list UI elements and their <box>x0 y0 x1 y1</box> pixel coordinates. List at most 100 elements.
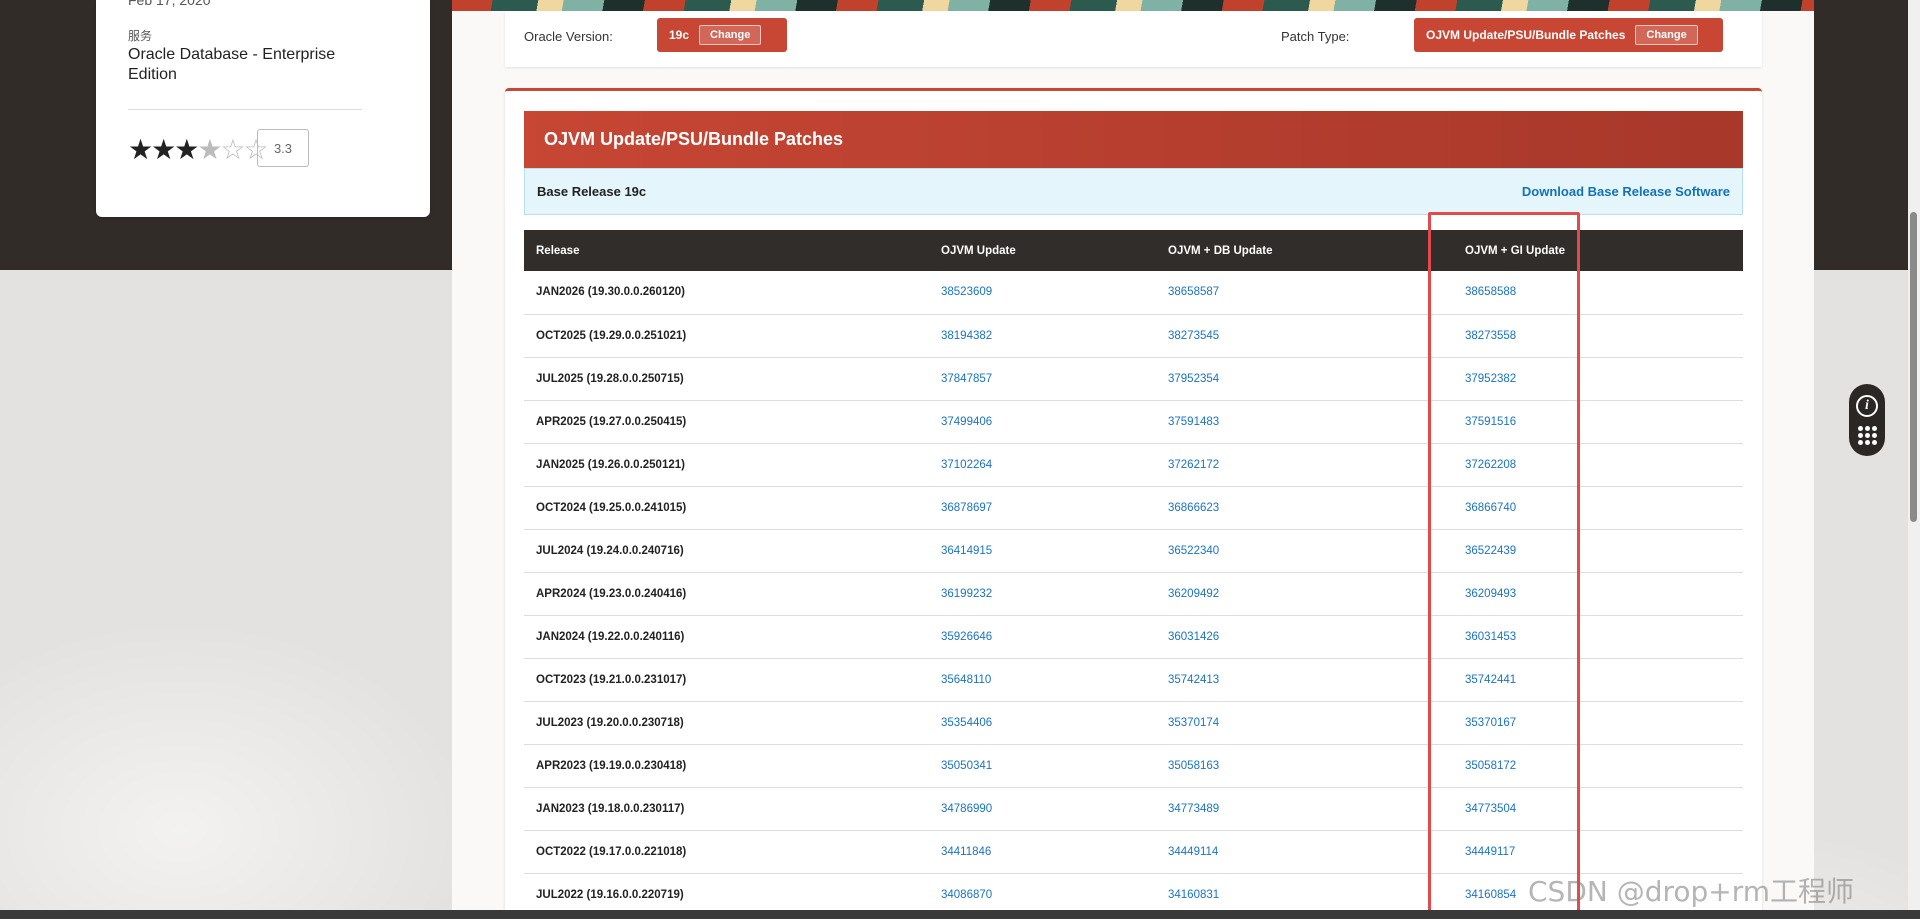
release-cell: JUL2025 (19.28.0.0.250715) <box>524 357 929 401</box>
info-icon[interactable]: i <box>1856 394 1878 417</box>
ojvm-gi-update-link[interactable]: 37952382 <box>1465 373 1516 385</box>
ojvm-update-link[interactable]: 34786990 <box>941 803 992 815</box>
patches-table: Release OJVM Update OJVM + DB Update OJV… <box>524 230 1743 917</box>
stars-full: ★★★ <box>128 134 199 165</box>
change-patch-type-button[interactable]: Change <box>1635 25 1698 45</box>
release-cell: JUL2023 (19.20.0.0.230718) <box>524 701 929 745</box>
scrollbar-thumb[interactable] <box>1910 212 1917 522</box>
patch-cell: 34773504 <box>1453 787 1743 831</box>
ojvm-gi-update-link[interactable]: 35058172 <box>1465 760 1516 772</box>
ojvm-update-link[interactable]: 38523609 <box>941 286 992 298</box>
release-cell: OCT2024 (19.25.0.0.241015) <box>524 486 929 530</box>
ojvm-db-update-link[interactable]: 35058163 <box>1168 760 1219 772</box>
patch-cell: 35926646 <box>929 615 1156 659</box>
patch-cell: 38194382 <box>929 314 1156 358</box>
ojvm-update-link[interactable]: 37847857 <box>941 373 992 385</box>
table-header-row: Release OJVM Update OJVM + DB Update OJV… <box>524 230 1743 271</box>
ojvm-gi-update-link[interactable]: 38658588 <box>1465 286 1516 298</box>
help-widget[interactable]: i <box>1849 384 1885 456</box>
patch-cell: 36199232 <box>929 572 1156 616</box>
table-row: JUL2024 (19.24.0.0.240716) 36414915 365223… <box>524 529 1743 573</box>
card-divider <box>128 109 362 110</box>
ojvm-update-link[interactable]: 35050341 <box>941 760 992 772</box>
ojvm-db-update-link[interactable]: 36209492 <box>1168 588 1219 600</box>
ojvm-update-link[interactable]: 34411846 <box>941 846 991 858</box>
release-cell: OCT2023 (19.21.0.0.231017) <box>524 658 929 702</box>
table-row: APR2023 (19.19.0.0.230418) 35050341 350581… <box>524 744 1743 788</box>
ojvm-db-update-link[interactable]: 35742413 <box>1168 674 1219 686</box>
ojvm-db-update-link[interactable]: 36522340 <box>1168 545 1219 557</box>
ojvm-gi-update-link[interactable]: 36522439 <box>1465 545 1516 557</box>
patch-cell: 35648110 <box>929 658 1156 702</box>
ojvm-update-link[interactable]: 34086870 <box>941 889 992 901</box>
change-version-button[interactable]: Change <box>699 25 762 45</box>
table-row: JAN2025 (19.26.0.0.250121) 37102264 372621… <box>524 443 1743 487</box>
ojvm-gi-update-link[interactable]: 37591516 <box>1465 416 1516 428</box>
ojvm-db-update-link[interactable]: 36031426 <box>1168 631 1219 643</box>
release-cell: OCT2022 (19.17.0.0.221018) <box>524 830 929 874</box>
release-cell: JAN2024 (19.22.0.0.240116) <box>524 615 929 659</box>
table-row: APR2024 (19.23.0.0.240416) 36199232 362094… <box>524 572 1743 616</box>
ojvm-update-link[interactable]: 37499406 <box>941 416 992 428</box>
ojvm-db-update-link[interactable]: 38273545 <box>1168 330 1219 342</box>
release-cell: APR2024 (19.23.0.0.240416) <box>524 572 929 616</box>
release-cell: JAN2025 (19.26.0.0.250121) <box>524 443 929 487</box>
patch-cell: 36209492 <box>1156 572 1453 616</box>
patch-cell: 36031453 <box>1453 615 1743 659</box>
ojvm-db-update-link[interactable]: 38658587 <box>1168 286 1219 298</box>
ojvm-gi-update-link[interactable]: 36209493 <box>1465 588 1516 600</box>
column-header-ojvm-db-update: OJVM + DB Update <box>1156 230 1453 271</box>
ojvm-gi-update-link[interactable]: 34160854 <box>1465 889 1516 901</box>
service-label: 服务 <box>128 29 153 43</box>
ojvm-db-update-link[interactable]: 37262172 <box>1168 459 1219 471</box>
table-row: OCT2024 (19.25.0.0.241015) 36878697 368666… <box>524 486 1743 530</box>
table-row: JUL2023 (19.20.0.0.230718) 35354406 353701… <box>524 701 1743 745</box>
ojvm-db-update-link[interactable]: 35370174 <box>1168 717 1219 729</box>
table-row: OCT2023 (19.21.0.0.231017) 35648110 357424… <box>524 658 1743 702</box>
patch-cell: 36414915 <box>929 529 1156 573</box>
ojvm-db-update-link[interactable]: 34773489 <box>1168 803 1219 815</box>
ojvm-gi-update-link[interactable]: 34449117 <box>1465 846 1515 858</box>
ojvm-db-update-link[interactable]: 34449114 <box>1168 846 1218 858</box>
ojvm-gi-update-link[interactable]: 35742441 <box>1465 674 1516 686</box>
ojvm-db-update-link[interactable]: 37591483 <box>1168 416 1219 428</box>
patch-cell: 37262172 <box>1156 443 1453 487</box>
ojvm-gi-update-link[interactable]: 35370167 <box>1465 717 1516 729</box>
table-row: OCT2022 (19.17.0.0.221018) 34411846 344491… <box>524 830 1743 874</box>
ojvm-update-link[interactable]: 38194382 <box>941 330 992 342</box>
apps-grid-icon[interactable] <box>1857 426 1877 446</box>
release-cell: APR2023 (19.19.0.0.230418) <box>524 744 929 788</box>
table-row: APR2025 (19.27.0.0.250415) 37499406 375914… <box>524 400 1743 444</box>
ojvm-update-link[interactable]: 35648110 <box>941 674 991 686</box>
patch-cell: 34411846 <box>929 830 1156 874</box>
ojvm-update-link[interactable]: 36414915 <box>941 545 992 557</box>
ojvm-update-link[interactable]: 35354406 <box>941 717 992 729</box>
base-release-bar: Base Release 19c Download Base Release S… <box>524 168 1743 215</box>
decorative-banner <box>452 0 1814 11</box>
ojvm-db-update-link[interactable]: 34160831 <box>1168 889 1219 901</box>
ojvm-gi-update-link[interactable]: 38273558 <box>1465 330 1516 342</box>
ojvm-gi-update-link[interactable]: 34773504 <box>1465 803 1516 815</box>
patch-cell: 38273545 <box>1156 314 1453 358</box>
ojvm-db-update-link[interactable]: 36866623 <box>1168 502 1219 514</box>
ojvm-gi-update-link[interactable]: 37262208 <box>1465 459 1516 471</box>
ojvm-gi-update-link[interactable]: 36866740 <box>1465 502 1516 514</box>
star-rating-icon[interactable]: ★★★★☆☆ <box>128 134 269 165</box>
ojvm-update-link[interactable]: 36199232 <box>941 588 992 600</box>
selector-bar: Oracle Version: 19c Change Patch Type: O… <box>505 11 1762 67</box>
patch-cell: 37102264 <box>929 443 1156 487</box>
patch-type-label: Patch Type: <box>1281 29 1350 44</box>
ojvm-update-link[interactable]: 35926646 <box>941 631 992 643</box>
patch-cell: 35058172 <box>1453 744 1743 788</box>
oracle-version-chip: 19c Change <box>657 18 787 52</box>
table-row: JAN2023 (19.18.0.0.230117) 34786990 347734… <box>524 787 1743 831</box>
download-base-release-link[interactable]: Download Base Release Software <box>1522 184 1730 199</box>
rating-value-badge: 3.3 <box>257 129 309 167</box>
patch-cell: 34449114 <box>1156 830 1453 874</box>
ojvm-update-link[interactable]: 37102264 <box>941 459 992 471</box>
ojvm-update-link[interactable]: 36878697 <box>941 502 992 514</box>
ojvm-gi-update-link[interactable]: 36031453 <box>1465 631 1516 643</box>
patch-cell: 36878697 <box>929 486 1156 530</box>
patch-cell: 37262208 <box>1453 443 1743 487</box>
ojvm-db-update-link[interactable]: 37952354 <box>1168 373 1219 385</box>
